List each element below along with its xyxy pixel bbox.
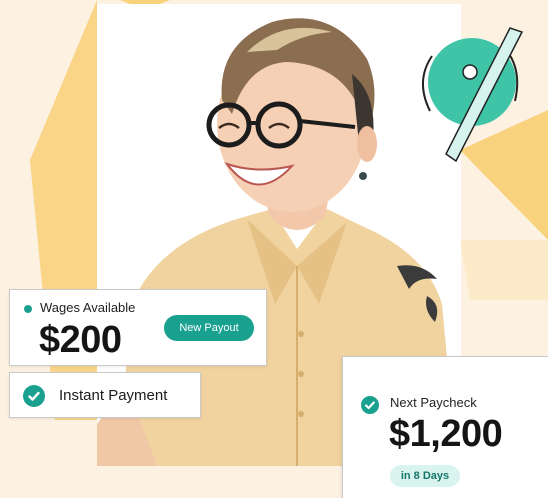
wages-available-card: Wages Available $200 New Payout bbox=[9, 289, 267, 366]
wages-available-amount: $200 bbox=[39, 319, 122, 361]
next-paycheck-card: Next Paycheck $1,200 in 8 Days bbox=[342, 356, 548, 498]
check-circle-icon bbox=[23, 385, 45, 407]
status-dot-icon bbox=[24, 305, 32, 313]
check-circle-icon bbox=[361, 396, 379, 414]
wages-available-label: Wages Available bbox=[40, 300, 136, 315]
speed-gauge-icon bbox=[422, 27, 524, 163]
instant-payment-card: Instant Payment bbox=[9, 372, 201, 418]
days-until-badge: in 8 Days bbox=[390, 465, 460, 487]
instant-payment-label: Instant Payment bbox=[59, 387, 168, 404]
next-paycheck-amount: $1,200 bbox=[389, 413, 503, 455]
new-payout-button[interactable]: New Payout bbox=[164, 315, 254, 341]
next-paycheck-label: Next Paycheck bbox=[390, 395, 477, 410]
